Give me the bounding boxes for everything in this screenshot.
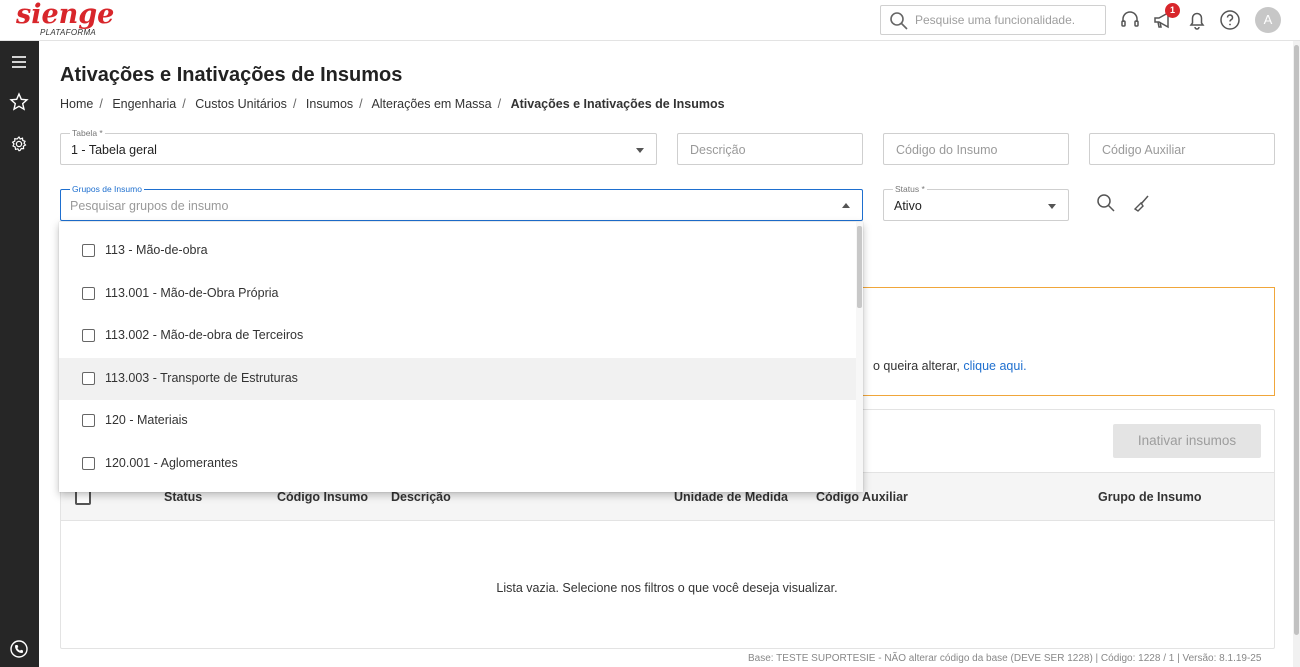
empty-list-message: Lista vazia. Selecione nos filtros o que… [496,581,838,595]
phone-icon[interactable] [9,639,29,659]
sienge-logo[interactable]: sienge PLATAFORMA [16,0,126,38]
descricao-placeholder: Descrição [690,143,746,157]
search-icon[interactable] [1096,193,1116,213]
headset-icon[interactable] [1119,9,1141,31]
grupos-insumo-label: Grupos de Insumo [70,184,144,194]
breadcrumb-insumos[interactable]: Insumos [306,97,353,111]
logo-subtitle: PLATAFORMA [40,28,97,37]
breadcrumb-alteracoes-em-massa[interactable]: Alterações em Massa [371,97,491,111]
list-item[interactable]: 120 - Materiais [59,400,856,442]
codigo-auxiliar-placeholder: Código Auxiliar [1102,143,1186,157]
list-item[interactable]: 120.001 - Aglomerantes [59,443,856,485]
tabela-value: 1 - Tabela geral [71,143,157,157]
dropdown-scrollbar[interactable] [856,222,863,492]
status-label: Status * [893,184,927,194]
notification-badge: 1 [1165,3,1180,18]
tabela-select[interactable]: Tabela * 1 - Tabela geral [60,128,657,165]
chevron-down-icon [1048,204,1056,209]
list-item-label: 120 - Materiais [105,413,188,427]
alert-link[interactable]: clique aqui. [963,359,1026,373]
tabela-label: Tabela * [70,128,105,138]
list-item[interactable]: 113.001 - Mão-de-Obra Própria [59,273,856,315]
column-descricao[interactable]: Descrição [391,490,451,504]
menu-icon[interactable] [9,52,29,72]
search-icon [890,12,908,30]
list-item-label: 113.003 - Transporte de Estruturas [105,371,298,385]
checkbox[interactable] [82,457,95,470]
list-item-label: 113 - Mão-de-obra [105,243,208,257]
bell-icon[interactable] [1186,9,1208,31]
inativar-insumos-button[interactable]: Inativar insumos [1113,424,1261,458]
status-value: Ativo [894,199,922,213]
list-item[interactable]: 113 - Mão-de-obra [59,230,856,272]
feature-search[interactable] [880,5,1106,35]
checkbox[interactable] [82,287,95,300]
breadcrumb: Home / Engenharia / Custos Unitários / Insu… [60,97,725,111]
grupos-insumo-select[interactable]: Grupos de Insumo Pesquisar grupos de ins… [60,184,863,221]
alert-message: o queira alterar, [873,359,960,373]
codigo-auxiliar-field[interactable]: Código Auxiliar [1089,133,1275,165]
chevron-down-icon [636,148,644,153]
checkbox[interactable] [82,414,95,427]
list-item[interactable]: 113.003 - Transporte de Estruturas [59,358,856,400]
sidebar [0,41,39,667]
list-item[interactable]: 113.002 - Mão-de-obra de Terceiros [59,315,856,357]
column-grupo-insumo[interactable]: Grupo de Insumo [1098,490,1201,504]
broom-icon[interactable] [1131,193,1151,213]
info-alert [848,287,1275,396]
logo-text: sienge [16,0,115,30]
page-scrollbar[interactable] [1293,41,1300,667]
list-item-label: 113.002 - Mão-de-obra de Terceiros [105,328,304,342]
breadcrumb-current: Ativações e Inativações de Insumos [510,97,725,111]
grupos-insumo-dropdown: 113 - Mão-de-obra 113.001 - Mão-de-Obra … [59,222,863,492]
list-item-label: 113.001 - Mão-de-Obra Própria [105,286,279,300]
descricao-field[interactable]: Descrição [677,133,863,165]
breadcrumb-custos-unitarios[interactable]: Custos Unitários [195,97,287,111]
column-status[interactable]: Status [164,490,202,504]
help-icon[interactable] [1219,9,1241,31]
avatar[interactable]: A [1255,7,1281,33]
alert-text: o queira alterar, clique aqui. [873,359,1027,373]
top-bar: sienge PLATAFORMA 1 A [0,0,1300,41]
chevron-up-icon [842,203,850,208]
checkbox[interactable] [82,244,95,257]
footer-info: Base: TESTE SUPORTESIE - NÃO alterar cód… [748,653,1262,664]
column-codigo-auxiliar[interactable]: Código Auxiliar [816,490,908,504]
breadcrumb-home[interactable]: Home [60,97,93,111]
codigo-insumo-placeholder: Código do Insumo [896,143,998,157]
page-title: Ativações e Inativações de Insumos [60,64,403,86]
star-icon[interactable] [9,92,29,112]
checkbox[interactable] [82,329,95,342]
feature-search-input[interactable] [915,10,1101,30]
gear-icon[interactable] [9,134,29,154]
grupos-insumo-placeholder: Pesquisar grupos de insumo [70,199,229,213]
codigo-insumo-field[interactable]: Código do Insumo [883,133,1069,165]
column-codigo-insumo[interactable]: Código Insumo [277,490,368,504]
status-select[interactable]: Status * Ativo [883,184,1069,221]
breadcrumb-engenharia[interactable]: Engenharia [112,97,176,111]
checkbox[interactable] [82,372,95,385]
list-item-label: 120.001 - Aglomerantes [105,456,238,470]
column-unidade-medida[interactable]: Unidade de Medida [674,490,788,504]
